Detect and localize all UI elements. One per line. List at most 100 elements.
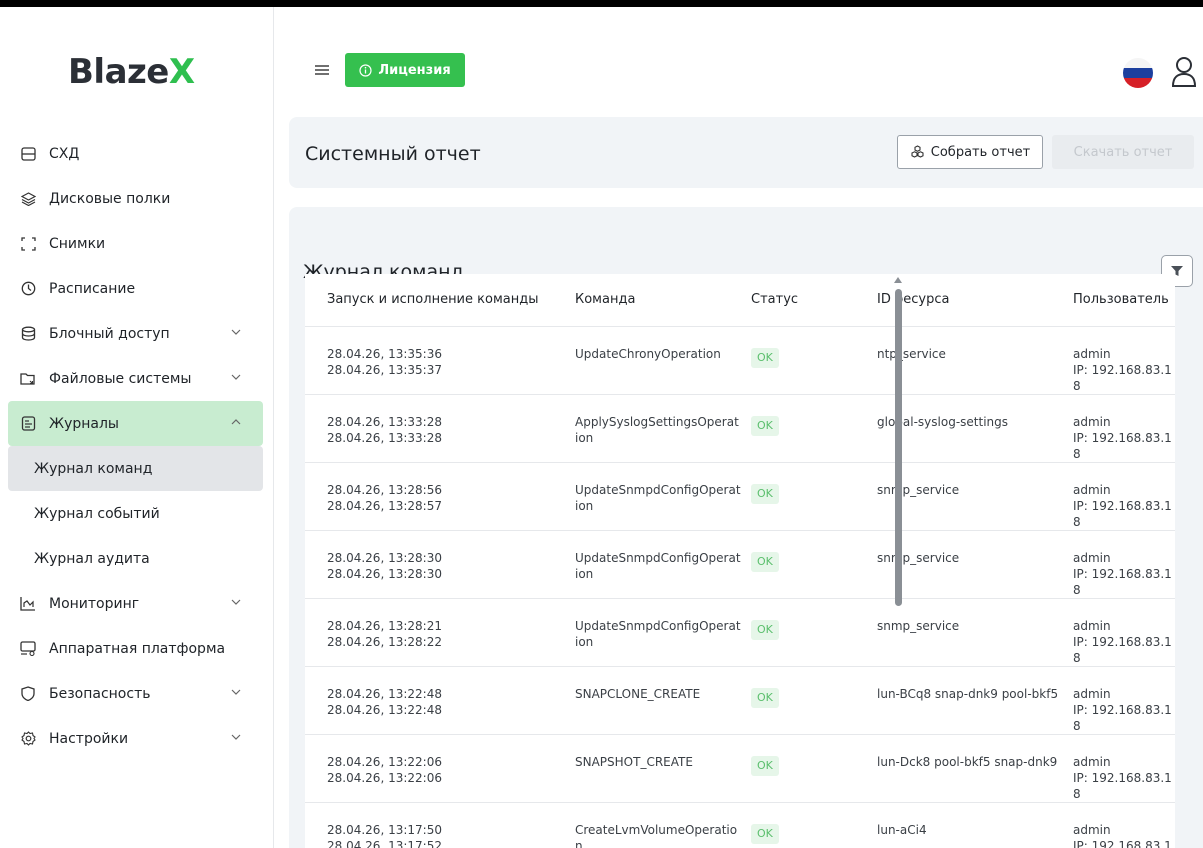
sidebar-item-storage[interactable]: СХД: [8, 131, 263, 176]
status-badge: OK: [751, 415, 779, 436]
end-time: 28.04.26, 13:28:30: [327, 566, 442, 581]
sidebar-item-label: Мониторинг: [49, 595, 140, 612]
table-row[interactable]: 28.04.26, 13:28:30 28.04.26, 13:28:30 Upd…: [305, 530, 1175, 599]
user-ip: IP: 192.168.83.18: [1073, 430, 1172, 461]
resource-id: lun-BCq8 snap-dnk9 pool-bkf5: [851, 666, 1061, 735]
start-time: 28.04.26, 13:17:50: [327, 822, 442, 837]
chevron-down-icon: [231, 689, 241, 695]
table-row[interactable]: 28.04.26, 13:35:36 28.04.26, 13:35:37 Upd…: [305, 326, 1175, 395]
info-icon: [359, 63, 372, 77]
sidebar-item-block-access[interactable]: Блочный доступ: [8, 311, 263, 356]
table-row[interactable]: 28.04.26, 13:22:06 28.04.26, 13:22:06 SNA…: [305, 734, 1175, 803]
sidebar-item-journals[interactable]: Журналы: [8, 401, 263, 446]
user-name: admin: [1073, 754, 1111, 769]
table-row[interactable]: 28.04.26, 13:28:21 28.04.26, 13:28:22 Upd…: [305, 598, 1175, 667]
end-time: 28.04.26, 13:33:28: [327, 430, 442, 445]
sidebar-item-file-systems[interactable]: Файловые системы: [8, 356, 263, 401]
start-time: 28.04.26, 13:35:36: [327, 346, 442, 361]
sidebar-item-label: Дисковые полки: [49, 190, 171, 207]
sidebar-item-snapshots[interactable]: Снимки: [8, 221, 263, 266]
resource-id: lun-Dck8 pool-bkf5 snap-dnk9: [851, 734, 1061, 803]
collect-report-button[interactable]: Собрать отчет: [897, 135, 1043, 169]
sidebar-item-disk-shelves[interactable]: Дисковые полки: [8, 176, 263, 221]
license-button[interactable]: Лицензия: [345, 53, 465, 87]
sidebar-item-label: Блочный доступ: [49, 325, 170, 342]
sidebar-item-label: Безопасность: [49, 685, 151, 702]
start-time: 28.04.26, 13:22:06: [327, 754, 442, 769]
command-name: UpdateSnmpdConfigOperation: [563, 530, 741, 599]
user-ip: IP: 192.168.83.18: [1073, 634, 1172, 665]
start-time: 28.04.26, 13:22:48: [327, 686, 442, 701]
user-ip: IP: 192.168.83.18: [1073, 362, 1172, 393]
clock-icon: [20, 281, 36, 297]
sidebar-subitem-command-log[interactable]: Журнал команд: [8, 446, 263, 491]
resource-id: global-syslog-settings: [851, 394, 1061, 463]
sidebar-subitem-event-log[interactable]: Журнал событий: [8, 491, 263, 536]
sidebar-item-label: Аппаратная платформа: [49, 640, 226, 657]
storage-icon: [20, 146, 36, 162]
status-badge: OK: [751, 823, 779, 844]
table-row[interactable]: 28.04.26, 13:28:56 28.04.26, 13:28:57 Upd…: [305, 462, 1175, 531]
user-ip: IP: 192.168.83.18: [1073, 702, 1172, 733]
chevron-down-icon: [231, 374, 241, 380]
start-time: 28.04.26, 13:33:28: [327, 414, 442, 429]
column-header[interactable]: ID ресурса: [851, 274, 1061, 327]
user-ip: IP: 192.168.83.18: [1073, 770, 1172, 801]
hardware-icon: [20, 641, 36, 657]
scrollbar-thumb[interactable]: [895, 289, 902, 606]
license-label: Лицензия: [378, 62, 451, 78]
gear-icon: [20, 731, 36, 747]
sidebar-item-monitoring[interactable]: Мониторинг: [8, 581, 263, 626]
column-header[interactable]: Запуск и исполнение команды: [305, 274, 563, 327]
user-name: admin: [1073, 346, 1111, 361]
download-report-button[interactable]: Скачать отчет: [1052, 135, 1194, 169]
command-name: ApplySyslogSettingsOperation: [563, 394, 741, 463]
table-row[interactable]: 28.04.26, 13:22:48 28.04.26, 13:22:48 SNA…: [305, 666, 1175, 735]
russia-flag-icon[interactable]: [1123, 58, 1153, 88]
sidebar-item-label: Расписание: [49, 280, 136, 297]
column-header[interactable]: Команда: [563, 274, 741, 327]
end-time: 28.04.26, 13:35:37: [327, 362, 442, 377]
resource-id: lun-aCi4: [851, 802, 1061, 848]
sidebar-item-schedule[interactable]: Расписание: [8, 266, 263, 311]
sidebar-item-security[interactable]: Безопасность: [8, 671, 263, 716]
logo[interactable]: BlazeX: [68, 52, 195, 92]
status-badge: OK: [751, 687, 779, 708]
end-time: 28.04.26, 13:28:57: [327, 498, 442, 513]
sidebar-item-label: Снимки: [49, 235, 106, 252]
sidebar-nav: СХД Дисковые полки Снимки Расписание Бло…: [8, 131, 263, 761]
table-row[interactable]: 28.04.26, 13:33:28 28.04.26, 13:33:28 App…: [305, 394, 1175, 463]
sidebar-item-settings[interactable]: Настройки: [8, 716, 263, 761]
chevron-down-icon: [231, 329, 241, 335]
sidebar-item-label: Файловые системы: [49, 370, 192, 387]
sidebar-subitem-audit-log[interactable]: Журнал аудита: [8, 536, 263, 581]
end-time: 28.04.26, 13:17:52: [327, 838, 442, 848]
resource-id: ntp_service: [851, 326, 1061, 395]
user-icon[interactable]: [1171, 56, 1197, 88]
collect-report-label: Собрать отчет: [930, 144, 1031, 160]
status-badge: OK: [751, 483, 779, 504]
system-report-title: Системный отчет: [305, 143, 481, 165]
sidebar-item-hardware[interactable]: Аппаратная платформа: [8, 626, 263, 671]
scroll-up-arrow-icon[interactable]: [894, 277, 902, 283]
user-name: admin: [1073, 482, 1111, 497]
table-row[interactable]: 28.04.26, 13:17:50 28.04.26, 13:17:52 Cre…: [305, 802, 1175, 848]
start-time: 28.04.26, 13:28:21: [327, 618, 442, 633]
chevron-up-icon: [231, 419, 241, 425]
sidebar-item-label: Настройки: [49, 730, 129, 747]
chevron-down-icon: [231, 599, 241, 605]
user-ip: IP: 192.168.83.18: [1073, 838, 1172, 848]
command-table: Запуск и исполнение команды Команда Стат…: [305, 274, 1175, 848]
journal-icon: [20, 416, 36, 432]
command-name: SNAPCLONE_CREATE: [563, 666, 741, 735]
command-name: CreateLvmVolumeOperation: [563, 802, 741, 848]
user-name: admin: [1073, 822, 1111, 837]
hamburger-menu-icon[interactable]: [313, 63, 331, 77]
resource-id: snmp_service: [851, 598, 1061, 667]
column-header[interactable]: Пользователь: [1061, 274, 1175, 327]
column-header[interactable]: Статус: [741, 274, 851, 327]
system-report-card: Системный отчет Собрать отчет Скачать от…: [289, 117, 1203, 188]
user-name: admin: [1073, 686, 1111, 701]
command-name: UpdateChronyOperation: [563, 326, 741, 395]
chart-icon: [20, 596, 36, 612]
